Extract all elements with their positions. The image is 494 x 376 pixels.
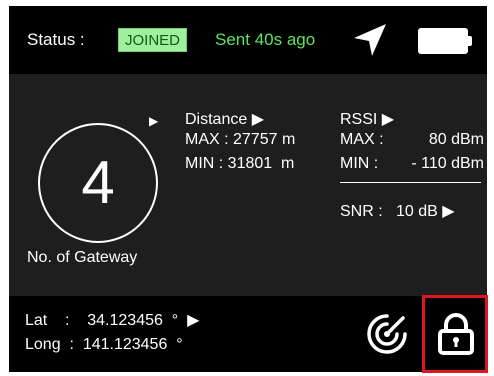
rssi-min-value: - 110 dBm [411, 155, 484, 172]
battery-icon [418, 28, 472, 54]
rssi-title[interactable]: RSSI ▶ [340, 109, 394, 129]
snr-value[interactable]: SNR : 10 dB ▶ [340, 201, 455, 221]
gateway-count-circle[interactable]: 4 [38, 123, 158, 243]
gateway-label: No. of Gateway [27, 249, 138, 266]
location-bar: Lat : 34.123456 ° ▶ Long : 141.123456 ° [9, 295, 488, 373]
status-badge: JOINED [118, 28, 188, 52]
rssi-max-label: MAX : [340, 131, 384, 148]
radar-icon[interactable] [365, 312, 409, 356]
rssi-max-value: 80 dBm [428, 131, 484, 148]
latitude-text[interactable]: Lat : 34.123456 ° ▶ [25, 310, 199, 330]
longitude-text: Long : 141.123456 ° [25, 336, 183, 353]
lock-button[interactable] [422, 295, 488, 373]
device-screen: Status : JOINED Sent 40s ago 4 ▶ No. of … [9, 6, 488, 373]
status-label: Status : [27, 30, 85, 49]
navigation-arrow-icon[interactable] [352, 22, 388, 58]
gateway-arrow-icon[interactable]: ▶ [149, 114, 158, 128]
rssi-min-label: MIN : [340, 155, 379, 172]
status-bar: Status : JOINED Sent 40s ago [9, 6, 487, 74]
gateway-count: 4 [81, 149, 115, 216]
distance-min: MIN : 31801 m [185, 155, 295, 172]
divider [340, 182, 481, 183]
distance-title[interactable]: Distance ▶ [185, 109, 264, 129]
last-sent-text: Sent 40s ago [215, 30, 316, 49]
distance-max: MAX : 27757 m [185, 131, 296, 148]
lock-icon [438, 313, 474, 355]
